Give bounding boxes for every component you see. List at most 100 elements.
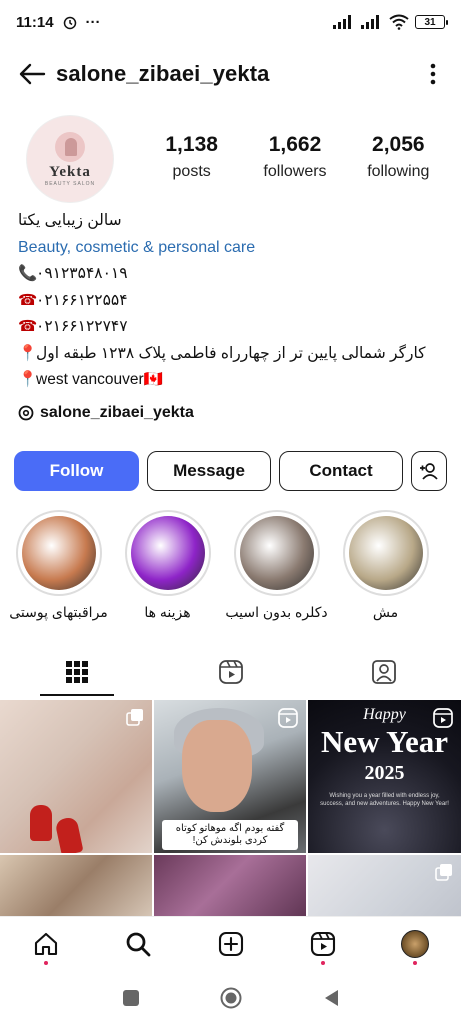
highlight-cover (239, 516, 314, 590)
add-user-icon (420, 463, 438, 480)
system-navigation (0, 972, 461, 1024)
pin-icon: 📍 (18, 371, 38, 388)
profile-username: salone_zibaei_yekta (56, 61, 270, 86)
reel-badge-icon (433, 708, 453, 728)
highlight-cover (348, 516, 423, 590)
bottom-navigation (0, 916, 461, 970)
notification-dot (320, 960, 325, 965)
bio-location: west vancouver🇨🇦 (36, 371, 163, 388)
nav-home[interactable] (0, 917, 92, 971)
post-text-new-year: New Year (320, 724, 449, 759)
back-triangle-icon[interactable] (322, 988, 340, 1008)
post-thumbnail[interactable] (154, 855, 306, 920)
multi-photo-icon (435, 864, 452, 881)
stat-following-value: 2,056 (372, 133, 425, 156)
highlight-item[interactable]: مش (339, 510, 432, 621)
bio-category[interactable]: Beauty, cosmetic & personal care (18, 235, 448, 262)
tab-tagged[interactable] (307, 648, 461, 696)
highlight-item[interactable]: هزینه ها (121, 510, 214, 621)
threads-handle: salone_zibaei_yekta (40, 404, 194, 421)
profile-stats: 1,138 posts 1,662 followers 2,056 follow… (140, 133, 450, 181)
telephone-icon: ☎ (18, 318, 38, 335)
more-options-button[interactable] (421, 63, 445, 85)
profile-avatar[interactable]: Yekta BEAUTY SALON (26, 115, 114, 203)
bio-phone-1-row: ☎۰۲۱۶۶۱۲۲۵۵۴ (18, 288, 448, 315)
tagged-icon (372, 660, 397, 684)
stat-followers-label: followers (263, 163, 327, 180)
post-thumbnail[interactable] (308, 855, 461, 920)
signal-icon (333, 15, 351, 29)
highlight-item[interactable]: مراقبتهای پوستی (9, 510, 108, 621)
pin-icon: 📍 (18, 344, 38, 362)
profile-bio: سالن زیبایی یکتا Beauty, cosmetic & pers… (18, 208, 448, 394)
bio-phone-mobile[interactable]: ۰۹۱۲۳۵۴۸۰۱۹ (36, 265, 128, 282)
post-thumbnail[interactable]: گفته بودم اگه موهاتو کوتاه کردی بلوندش ک… (154, 700, 306, 853)
story-highlights: مراقبتهای پوستی هزینه ها دکلره بدون اسیب… (0, 510, 461, 621)
tab-posts[interactable] (0, 648, 154, 696)
highlight-label: هزینه ها (144, 604, 191, 620)
profile-tabs (0, 648, 461, 696)
bio-phone-2[interactable]: ۰۲۱۶۶۱۲۲۷۴۷ (36, 318, 128, 335)
reels-icon (218, 660, 243, 684)
post-text-year: 2025 (364, 762, 405, 784)
nav-create[interactable] (184, 917, 276, 971)
post-thumbnail[interactable] (0, 855, 152, 920)
wifi-icon (389, 14, 409, 30)
bio-phone-mobile-row: 📞۰۹۱۲۳۵۴۸۰۱۹ (18, 261, 448, 288)
suggested-users-button[interactable] (411, 451, 447, 491)
highlight-cover (21, 516, 96, 590)
highlight-ring (15, 510, 102, 596)
profile-actions: Follow Message Contact (14, 451, 447, 491)
post-thumbnail[interactable] (0, 700, 152, 853)
contact-button[interactable]: Contact (279, 451, 403, 491)
nav-reels[interactable] (277, 917, 369, 971)
portrait-shape (182, 720, 252, 812)
stat-followers[interactable]: 1,662 followers (243, 133, 346, 181)
profile-header: salone_zibaei_yekta (0, 52, 461, 96)
recent-apps-icon[interactable] (122, 989, 140, 1007)
avatar-brand: Yekta (49, 163, 91, 180)
follow-button[interactable]: Follow (14, 451, 139, 491)
stat-posts[interactable]: 1,138 posts (140, 133, 243, 181)
highlight-label: دکلره بدون اسیب (225, 604, 328, 620)
stat-posts-value: 1,138 (165, 133, 218, 156)
search-icon (126, 932, 151, 956)
home-icon (35, 932, 58, 955)
notification-dot (412, 960, 417, 965)
status-time: 11:14 (16, 13, 54, 31)
reel-badge-icon (278, 708, 298, 728)
back-arrow-icon[interactable] (18, 62, 46, 86)
post-caption: گفته بودم اگه موهاتو کوتاه کردی بلوندش ک… (162, 820, 298, 850)
status-more-dots: ··· (85, 13, 101, 31)
grid-icon (65, 661, 88, 683)
reels-nav-icon (310, 931, 335, 956)
signal-icon-2 (361, 15, 379, 29)
tab-reels[interactable] (154, 648, 308, 696)
create-icon (218, 931, 243, 956)
highlight-ring (233, 510, 320, 596)
stat-following[interactable]: 2,056 following (347, 133, 450, 181)
highlight-item[interactable]: دکلره بدون اسیب (225, 510, 328, 621)
home-circle-icon[interactable] (220, 987, 242, 1009)
post-thumbnail[interactable]: Happy New Year 2025 Wishing you a year f… (308, 700, 461, 853)
bio-location-row: 📍west vancouver🇨🇦 (18, 367, 448, 394)
bio-address-row: 📍کارگر شمالی پایین تر از چهارراه فاطمی پ… (18, 341, 448, 368)
post-text-message: Wishing you a year filled with endless j… (320, 793, 449, 807)
stat-following-label: following (367, 163, 430, 180)
alarm-icon (63, 16, 76, 30)
status-bar: 11:14 ··· 31 (0, 0, 461, 44)
bio-address: کارگر شمالی پایین تر از چهارراه فاطمی پل… (36, 344, 426, 362)
highlight-ring (124, 510, 211, 596)
posts-grid: گفته بودم اگه موهاتو کوتاه کردی بلوندش ک… (0, 700, 461, 920)
nav-profile[interactable] (369, 917, 461, 971)
highlight-cover (130, 516, 205, 590)
nav-search[interactable] (92, 917, 184, 971)
message-button[interactable]: Message (147, 451, 271, 491)
bio-phone-1[interactable]: ۰۲۱۶۶۱۲۲۵۵۴ (36, 292, 128, 309)
phone-icon: 📞 (18, 265, 38, 282)
highlight-label: مراقبتهای پوستی (9, 604, 108, 620)
threads-icon (18, 405, 34, 421)
bio-phone-2-row: ☎۰۲۱۶۶۱۲۲۷۴۷ (18, 314, 448, 341)
threads-link[interactable]: salone_zibaei_yekta (18, 404, 194, 422)
stat-followers-value: 1,662 (268, 133, 322, 156)
